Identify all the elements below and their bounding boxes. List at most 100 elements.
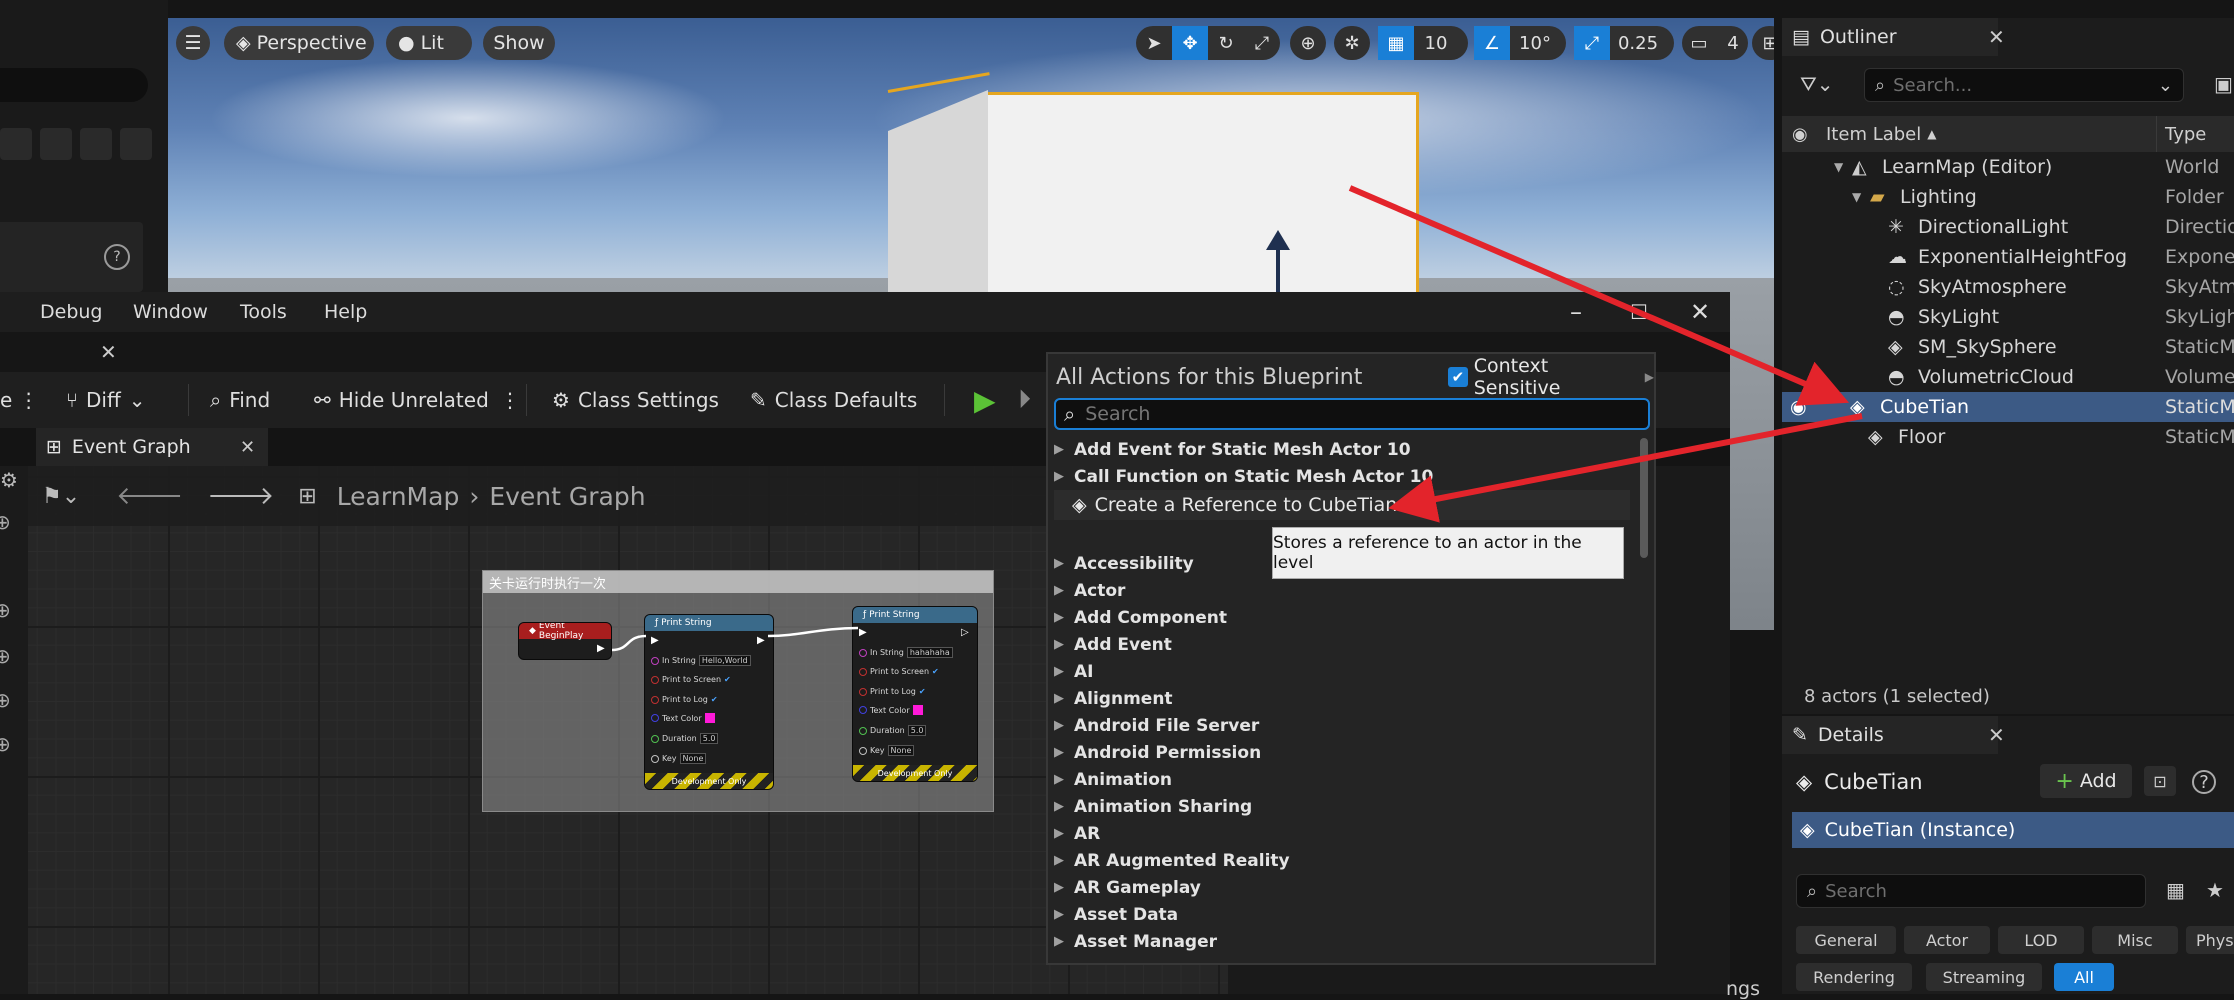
close-icon[interactable]: ✕ [1690,298,1710,326]
action-category[interactable]: ▶ Accessibility [1054,550,1194,577]
tree-item-world[interactable]: ▼ ◭ LearnMap (Editor) World [1782,152,2234,182]
forward-icon[interactable]: 🡒 [207,481,274,511]
actions-search-input[interactable]: ⌕ Search [1054,398,1650,430]
exec-pin[interactable]: ▶ [651,635,659,646]
tab-event-graph[interactable]: ⊞ Event Graph ✕ [36,428,268,466]
star-icon[interactable]: ★ [2206,878,2224,902]
toolbar-partial-item[interactable]: e ⋮ [0,372,39,428]
tree-item-cubetian[interactable]: ◉ ◈ CubeTian StaticMeshActor [1782,392,2234,422]
in-string-value[interactable]: Hello,World [698,655,751,666]
diff-button[interactable]: ⑂ Diff ⌄ [66,372,146,428]
event-beginplay-node[interactable]: ◆ Event BeginPlay ▶ [518,622,612,660]
print-string-node[interactable]: ƒ Print String ▶ ▶ In String Hello,World … [644,614,774,790]
close-icon[interactable]: ✕ [240,437,255,458]
tree-item-actor[interactable]: ☁ ExponentialHeightFog ExponentialHeight… [1782,242,2234,272]
close-icon[interactable]: ✕ [100,340,117,364]
chevron-down-icon[interactable]: ⌄ [2158,75,2173,96]
tree-item-actor[interactable]: ◈ SM_SkySphere StaticMeshActor [1782,332,2234,362]
pin-in-string[interactable]: In String hahahaha [859,647,953,658]
add-icon[interactable]: ⊕ [0,732,11,756]
menu-window[interactable]: Window [133,292,208,332]
action-category[interactable]: ▶ Actor [1054,577,1125,604]
action-category[interactable]: ▶ Add Component [1054,604,1227,631]
tree-item-actor[interactable]: ✳ DirectionalLight DirectionalLight [1782,212,2234,242]
chevron-down-icon[interactable]: ▼ [1834,160,1852,174]
action-category[interactable]: ▶ Animation [1054,766,1172,793]
details-tab[interactable]: ✎ Details ✕ [1782,716,2005,754]
step-button[interactable]: ⏵ [1018,372,1031,428]
filter-general[interactable]: General [1796,926,1896,954]
tool-button[interactable] [120,128,152,160]
filter-lod[interactable]: LOD [1998,926,2084,954]
action-category[interactable]: ▶ Add Event [1054,631,1172,658]
tool-button[interactable] [40,128,72,160]
tree-item-actor[interactable]: ◌ SkyAtmosphere SkyAtmosphere [1782,272,2234,302]
action-category[interactable]: ▶ Add Event for Static Mesh Actor 10 [1054,436,1411,463]
viewport-menu-button[interactable]: ☰ [176,26,210,60]
action-category[interactable]: ▶ AR Gameplay [1054,874,1201,901]
cube-actor[interactable] [988,92,1419,325]
filter-actor[interactable]: Actor [1904,926,1990,954]
pin-duration[interactable]: Duration 5.0 [859,725,927,736]
key-value[interactable]: None [679,753,707,764]
outliner-tab[interactable]: ▤ Outliner ✕ [1782,18,2005,56]
pin-print-log[interactable]: Print to Log ✔ [859,687,926,696]
action-category[interactable]: ▶ Asset Data [1054,901,1178,928]
comment-title[interactable]: 关卡运行时执行一次 [483,571,993,593]
help-icon[interactable]: ? [104,244,130,270]
action-category[interactable]: ▶ Android Permission [1054,739,1261,766]
tree-item-actor[interactable]: ◈ Floor StaticMeshActor [1782,422,2234,452]
color-swatch[interactable] [912,705,923,715]
pin-print-screen[interactable]: Print to Screen ✔ [859,667,939,676]
outliner-search-input[interactable]: ⌕ Search... ⌄ [1864,68,2184,102]
exec-pin[interactable]: ▶ [757,635,765,646]
minimize-icon[interactable]: – [1570,298,1582,326]
filter-misc[interactable]: Misc [2092,926,2178,954]
move-icon[interactable]: ✥ [1172,26,1208,60]
rotate-icon[interactable]: ↻ [1208,26,1244,60]
left-search-field[interactable] [0,68,148,102]
add-icon[interactable]: ⊕ [0,598,11,622]
print-string-node[interactable]: ƒ Print String ▶ ▷ In String hahahaha Pri… [852,606,978,782]
tree-item-actor[interactable]: ◓ VolumetricCloud VolumetricCloud [1782,362,2234,392]
pin-print-screen[interactable]: Print to Screen ✔ [651,675,731,684]
gear-icon[interactable]: ⚙ [0,468,18,492]
duration-value[interactable]: 5.0 [699,733,719,744]
color-swatch[interactable] [704,713,715,723]
menu-debug[interactable]: Debug [40,292,102,332]
pin-key[interactable]: Key None [651,753,707,764]
key-value[interactable]: None [887,745,915,756]
context-sensitive-toggle[interactable]: ✔ Context Sensitive ▶ [1448,355,1654,399]
scrollbar[interactable] [1640,438,1648,558]
show-button[interactable]: Show [483,26,555,60]
duration-value[interactable]: 5.0 [907,725,927,736]
add-icon[interactable]: ⊕ [0,510,11,534]
select-icon[interactable]: ➤ [1136,26,1172,60]
add-folder-icon[interactable]: ▣ [2214,72,2233,96]
close-icon[interactable]: ✕ [1988,25,2005,49]
create-reference-action[interactable]: ◈ Create a Reference to CubeTian [1054,490,1630,520]
blueprint-button[interactable]: ⊡ [2144,766,2176,796]
surface-snap-button[interactable]: ✲ [1334,26,1370,60]
in-string-value[interactable]: hahahaha [906,647,953,658]
find-button[interactable]: ⌕ Find [210,372,270,428]
checkbox-checked-icon[interactable]: ✔ [1448,367,1468,387]
pin-key[interactable]: Key None [859,745,915,756]
component-instance-row[interactable]: ◈ CubeTian (Instance) [1792,812,2234,848]
filter-icon[interactable]: ⛛⌄ [1800,72,1834,96]
details-search-input[interactable]: ⌕ Search [1796,874,2146,908]
eye-icon[interactable]: ◉ [1792,124,1822,145]
pin-duration[interactable]: Duration 5.0 [651,733,719,744]
help-icon[interactable]: ? [2192,770,2216,794]
filter-physics[interactable]: Physics [2186,926,2234,954]
action-category[interactable]: ▶ AI [1054,658,1093,685]
bookmark-icon[interactable]: ⚑⌄ [42,484,80,509]
add-icon[interactable]: ⊕ [0,688,11,712]
perspective-button[interactable]: ◈ Perspective [224,26,374,60]
scale-snap[interactable]: ⤢ 0.25 [1574,26,1674,60]
eye-icon[interactable]: ◉ [1790,396,1850,418]
pin-text-color[interactable]: Text Color [651,713,715,723]
action-category[interactable]: ▶ Android File Server [1054,712,1259,739]
filter-all[interactable]: All [2054,963,2114,991]
layout-button[interactable]: ⊞ [1752,26,1774,60]
